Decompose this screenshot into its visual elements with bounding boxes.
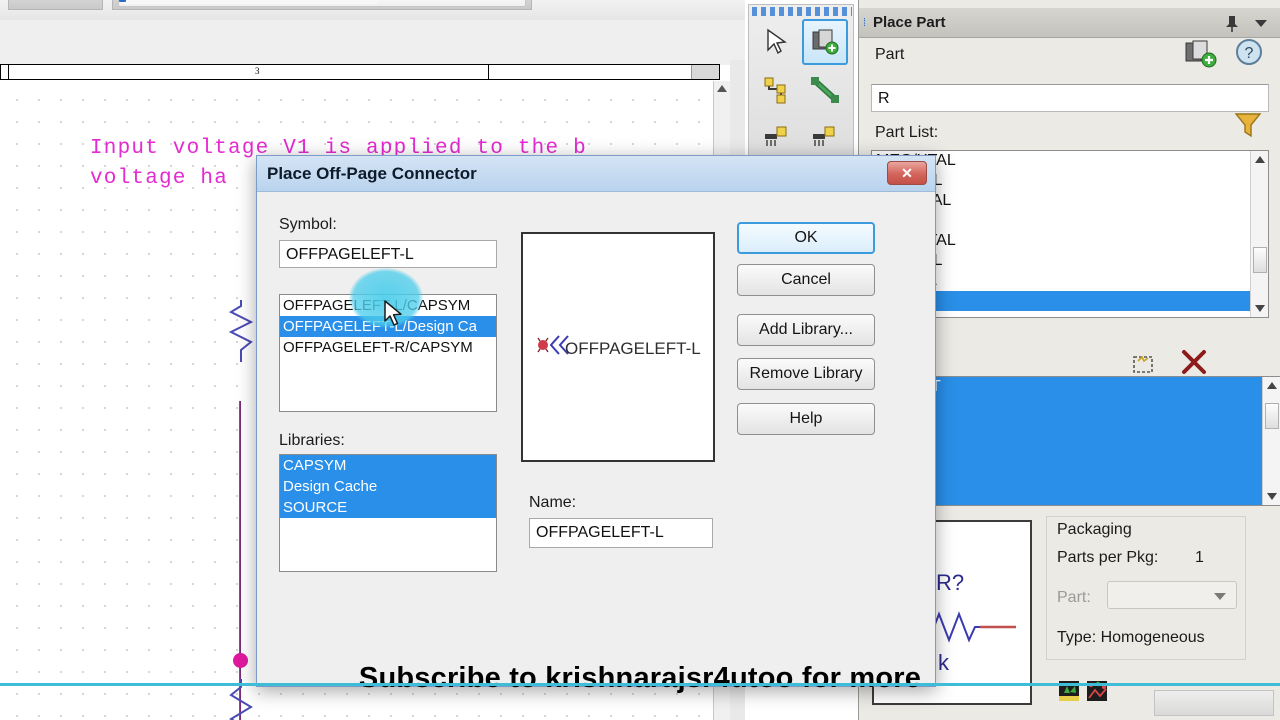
ruler-corner [691, 65, 719, 79]
ok-button[interactable]: OK [737, 222, 875, 254]
toolbox-drag-grip[interactable] [752, 7, 852, 16]
place-net-alias-icon[interactable] [754, 113, 800, 159]
packaging-type-value: Homogeneous [1100, 629, 1205, 646]
list-item-selected[interactable]: SOURCE [280, 497, 496, 518]
app-root: 3 Input voltage V1 is applied to the b v… [0, 0, 1280, 720]
symbol-preview-box: OFFPAGELEFT-L [521, 232, 715, 462]
symbol-list-box[interactable]: OFFPAGELEFT-L/CAPSYM OFFPAGELEFT-L/Desig… [279, 294, 497, 412]
schematic-note-line-2: voltage ha [90, 167, 229, 190]
horizontal-ruler: 3 [8, 64, 720, 80]
toolbar-chip-left[interactable] [8, 0, 103, 10]
canvas-gap [0, 20, 745, 65]
dialog-title: Place Off-Page Connector [267, 164, 477, 183]
list-item-selected[interactable]: OFFPAGELEFT-L/Design Ca [280, 316, 496, 337]
name-input[interactable]: OFFPAGELEFT-L [529, 518, 713, 548]
place-part-icon[interactable] [802, 19, 848, 65]
packaging-title: Packaging [1057, 521, 1132, 538]
list-item-selected[interactable]: CAPSYM [280, 455, 496, 476]
part-field-label: Part [875, 46, 905, 63]
ruler-tick-label: 3 [255, 66, 260, 76]
parts-per-pkg-value: 1 [1195, 549, 1204, 566]
help-button[interactable]: Help [737, 403, 875, 435]
toolbar-blue-marker-icon [119, 0, 126, 2]
chevron-down-icon[interactable] [1214, 593, 1226, 600]
place-bus-icon[interactable] [802, 67, 848, 113]
packaging-group: Packaging Parts per Pkg: 1 Part: Type: H… [1046, 516, 1246, 660]
list-item-selected[interactable]: Design Cache [280, 476, 496, 497]
part-list-scrollbar[interactable] [1250, 151, 1268, 317]
close-icon[interactable]: ✕ [887, 161, 927, 185]
place-offpage-connector-dialog: Place Off-Page Connector ✕ Symbol: OFFPA… [256, 155, 936, 687]
svg-text:?: ? [1245, 45, 1254, 62]
remove-library-button[interactable]: Remove Library [737, 358, 875, 390]
filter-icon[interactable] [1234, 112, 1262, 143]
packaging-type-label: Type: [1057, 629, 1097, 646]
new-part-library-icon[interactable] [1184, 40, 1218, 73]
video-progress-bar[interactable] [0, 683, 1280, 686]
scroll-up-arrow-icon[interactable] [1255, 156, 1265, 163]
packaging-part-select[interactable] [1107, 581, 1237, 609]
video-subtitle: Subscribe to krishnarajsr4utoo for more [358, 662, 922, 694]
panel-menu-chevron-down-icon[interactable] [1255, 20, 1267, 27]
dialog-titlebar[interactable]: Place Off-Page Connector ✕ [257, 156, 935, 192]
drawing-toolbox [748, 4, 854, 160]
name-label: Name: [529, 494, 577, 511]
part-list-label: Part List: [875, 124, 939, 141]
panel-grip-icon[interactable]: ⁞ [863, 17, 873, 28]
schematic-resistor-upper-icon [228, 300, 254, 362]
libraries-list-box[interactable]: CAPSYM Design Cache SOURCE [279, 454, 497, 572]
place-part-titlebar: ⁞ Place Part [859, 8, 1280, 38]
place-part-title: Place Part [873, 14, 946, 31]
symbol-input[interactable]: OFFPAGELEFT-L [279, 240, 497, 268]
video-player-controls[interactable] [1154, 690, 1274, 716]
place-junction-icon[interactable] [802, 113, 848, 159]
pin-panel-icon[interactable] [1225, 15, 1239, 38]
scroll-down-arrow-icon[interactable] [1267, 493, 1277, 500]
help-icon[interactable]: ? [1234, 38, 1264, 73]
ruler-left-stub [0, 64, 8, 80]
scroll-up-arrow-icon[interactable] [1267, 382, 1277, 389]
cancel-button[interactable]: Cancel [737, 264, 875, 296]
list-item[interactable]: OFFPAGELEFT-R/CAPSYM [280, 337, 496, 358]
packaging-type: Type: Homogeneous [1057, 629, 1205, 647]
place-wire-icon[interactable] [754, 67, 800, 113]
list-item[interactable]: OFFPAGELEFT-L/CAPSYM [280, 295, 496, 316]
scrollbar-thumb[interactable] [1253, 247, 1267, 273]
symbol-preview-label: OFFPAGELEFT-L [565, 339, 701, 358]
scrollbar-thumb[interactable] [1265, 403, 1279, 429]
preview-resistor-icon [928, 611, 1016, 643]
preview-reference-designator: R? [936, 570, 965, 595]
add-library-button[interactable]: Add Library... [737, 314, 875, 346]
packaging-part-label: Part: [1057, 589, 1091, 606]
scroll-up-arrow-icon[interactable] [717, 85, 727, 92]
part-search-input[interactable]: R [871, 84, 1269, 112]
app-top-strip [0, 0, 745, 20]
symbol-label: Symbol: [279, 216, 337, 233]
toolbar-inner-fill [120, 0, 378, 4]
sublist-selected-item[interactable]: T [927, 377, 1280, 397]
sublist-box[interactable]: T [926, 376, 1280, 506]
parts-per-pkg-label: Parts per Pkg: [1057, 549, 1159, 566]
scroll-down-arrow-icon[interactable] [1255, 305, 1265, 312]
sublist-scrollbar[interactable] [1262, 377, 1280, 505]
libraries-label: Libraries: [279, 432, 345, 449]
select-pointer-icon[interactable] [754, 19, 800, 65]
